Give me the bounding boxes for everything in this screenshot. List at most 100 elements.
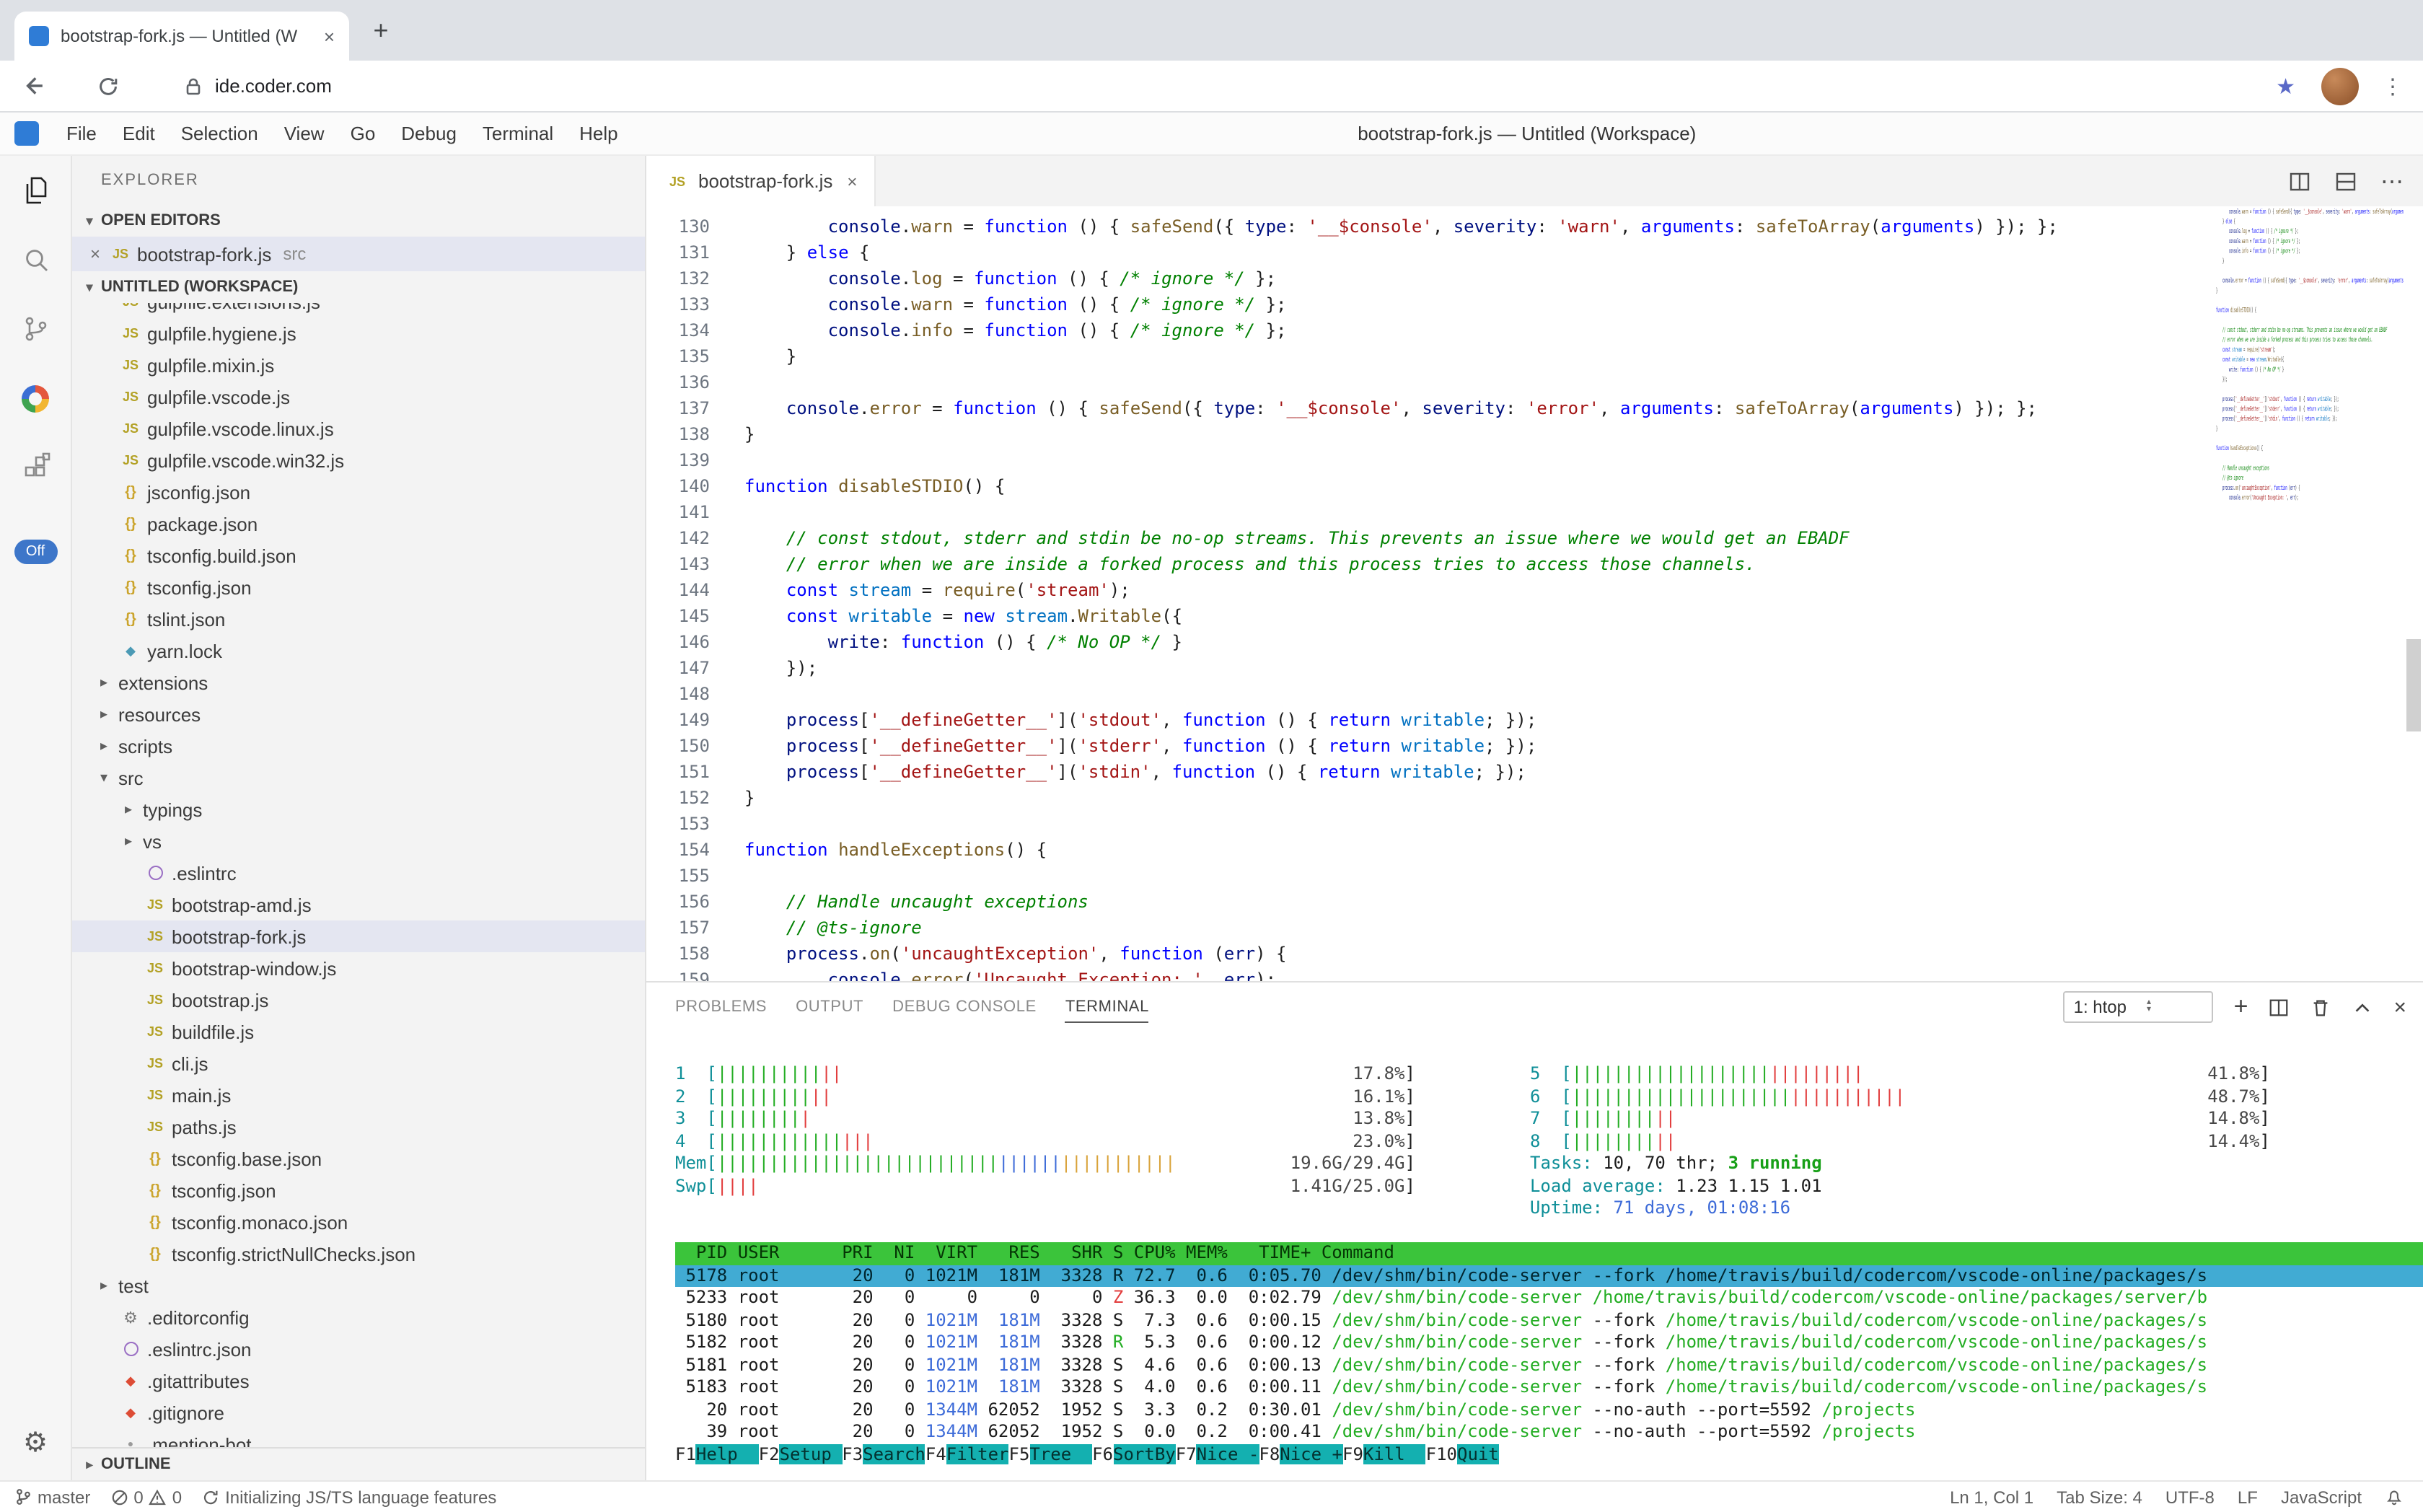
tree-item-paths.js[interactable]: JSpaths.js xyxy=(72,1111,645,1143)
activity-extensions-button[interactable] xyxy=(0,433,71,502)
tree-item-buildfile.js[interactable]: JSbuildfile.js xyxy=(72,1016,645,1047)
menu-selection[interactable]: Selection xyxy=(168,123,271,144)
tree-item-tsconfig.build.json[interactable]: {}tsconfig.build.json xyxy=(72,540,645,571)
more-actions-button[interactable]: ⋯ xyxy=(2380,167,2404,195)
cursor-position[interactable]: Ln 1, Col 1 xyxy=(1950,1487,2033,1507)
tree-item-.mention-bot[interactable]: ●.mention-bot xyxy=(72,1428,645,1449)
panel-tab-output[interactable]: OUTPUT xyxy=(796,993,863,1021)
tree-item-bootstrap-window.js[interactable]: JSbootstrap-window.js xyxy=(72,952,645,984)
panel-tab-terminal[interactable]: TERMINAL xyxy=(1065,992,1149,1022)
new-tab-button[interactable]: + xyxy=(364,13,398,48)
minimap[interactable]: console.warn = function () { safeSend({ … xyxy=(2216,206,2404,981)
tree-item-main.js[interactable]: JSmain.js xyxy=(72,1079,645,1111)
tree-item-gulpfile.hygiene.js[interactable]: JSgulpfile.hygiene.js xyxy=(72,317,645,349)
editor-tab[interactable]: JS bootstrap-fork.js × xyxy=(646,156,876,206)
tab-size[interactable]: Tab Size: 4 xyxy=(2057,1487,2142,1507)
tree-item-resources[interactable]: ▸resources xyxy=(72,698,645,730)
eol[interactable]: LF xyxy=(2238,1487,2258,1507)
outline-header[interactable]: ▸ OUTLINE xyxy=(72,1447,645,1480)
tree-item-vs[interactable]: ▸vs xyxy=(72,825,645,857)
editor-scrollbar[interactable] xyxy=(2406,639,2421,731)
status-message[interactable]: Initializing JS/TS language features xyxy=(202,1487,496,1507)
tree-item-tsconfig.monaco.json[interactable]: {}tsconfig.monaco.json xyxy=(72,1206,645,1238)
tree-item-bootstrap.js[interactable]: JSbootstrap.js xyxy=(72,984,645,1016)
js-file-icon: JS xyxy=(141,993,169,1007)
avatar[interactable] xyxy=(2321,67,2359,105)
js-file-icon: JS xyxy=(117,326,144,340)
site-lock-icon[interactable] xyxy=(183,76,203,96)
tree-item-scripts[interactable]: ▸scripts xyxy=(72,730,645,762)
problems-status[interactable]: 0 0 xyxy=(110,1487,182,1507)
bookmark-star-button[interactable]: ★ xyxy=(2276,73,2295,99)
terminal-dropdown[interactable]: 1: htop ▴▾ xyxy=(2064,991,2214,1023)
tree-item-gulpfile.vscode.win32.js[interactable]: JSgulpfile.vscode.win32.js xyxy=(72,444,645,476)
tree-item-bootstrap-fork.js[interactable]: JSbootstrap-fork.js xyxy=(72,920,645,952)
menu-file[interactable]: File xyxy=(53,123,110,144)
tree-item-gulpfile.extensions.js[interactable]: JSgulpfile.extensions.js xyxy=(72,303,645,317)
toggle-layout-button[interactable] xyxy=(2334,170,2357,193)
tree-item-gulpfile.vscode.js[interactable]: JSgulpfile.vscode.js xyxy=(72,381,645,413)
close-icon[interactable]: × xyxy=(84,244,107,264)
activity-search-button[interactable] xyxy=(0,225,71,294)
activity-source-control-button[interactable] xyxy=(0,294,71,364)
back-button[interactable] xyxy=(20,74,45,98)
tree-item-cli.js[interactable]: JScli.js xyxy=(72,1047,645,1079)
code-editor[interactable]: 1301311321331341351361371381391401411421… xyxy=(646,206,2423,981)
terminal[interactable]: 1 [|||||||||||| 17.8%] 5 [||||||||||||||… xyxy=(646,1032,2423,1480)
settings-gear-button[interactable]: ⚙ xyxy=(0,1414,71,1472)
maximize-panel-button[interactable] xyxy=(2352,996,2373,1018)
tree-item-src[interactable]: ▾src xyxy=(72,762,645,794)
tree-item-package.json[interactable]: {}package.json xyxy=(72,508,645,540)
close-panel-button[interactable]: × xyxy=(2393,995,2406,1019)
tree-item-.editorconfig[interactable]: ⚙.editorconfig xyxy=(72,1301,645,1333)
kill-terminal-button[interactable] xyxy=(2310,996,2331,1018)
tree-item-yarn.lock[interactable]: ◆yarn.lock xyxy=(72,635,645,667)
telemetry-off-badge[interactable]: Off xyxy=(14,540,57,564)
split-terminal-button[interactable] xyxy=(2268,996,2290,1018)
branch-icon xyxy=(14,1487,32,1506)
workspace-header[interactable]: ▾ UNTITLED (WORKSPACE) xyxy=(72,271,645,303)
tree-item-jsconfig.json[interactable]: {}jsconfig.json xyxy=(72,476,645,508)
chevron-right-icon: ▸ xyxy=(92,1278,115,1293)
tree-item-tsconfig.strictNullChecks.json[interactable]: {}tsconfig.strictNullChecks.json xyxy=(72,1238,645,1270)
tab-close-icon[interactable]: × xyxy=(324,25,335,47)
url-text[interactable]: ide.coder.com xyxy=(215,75,332,97)
new-terminal-button[interactable]: + xyxy=(2234,993,2248,1021)
menu-go[interactable]: Go xyxy=(338,123,389,144)
menu-view[interactable]: View xyxy=(271,123,338,144)
panel-tab-debug-console[interactable]: DEBUG CONSOLE xyxy=(892,993,1037,1021)
encoding[interactable]: UTF-8 xyxy=(2165,1487,2215,1507)
tab-close-icon[interactable]: × xyxy=(847,171,857,191)
tree-item-test[interactable]: ▸test xyxy=(72,1270,645,1301)
refresh-button[interactable] xyxy=(97,74,120,97)
activity-plugin-button[interactable] xyxy=(0,364,71,433)
open-editors-header[interactable]: ▾ OPEN EDITORS xyxy=(72,205,645,237)
notifications-bell[interactable] xyxy=(2385,1487,2404,1506)
menu-terminal[interactable]: Terminal xyxy=(470,123,566,144)
menu-debug[interactable]: Debug xyxy=(388,123,470,144)
tree-item-extensions[interactable]: ▸extensions xyxy=(72,667,645,698)
tree-item-bootstrap-amd.js[interactable]: JSbootstrap-amd.js xyxy=(72,889,645,920)
tree-item-typings[interactable]: ▸typings xyxy=(72,794,645,825)
open-editor-item[interactable]: × JS bootstrap-fork.js src xyxy=(72,237,645,271)
scm-branch-status[interactable]: master xyxy=(14,1487,90,1507)
tree-item-gulpfile.vscode.linux.js[interactable]: JSgulpfile.vscode.linux.js xyxy=(72,413,645,444)
tree-item-.gitattributes[interactable]: ◆.gitattributes xyxy=(72,1365,645,1397)
panel-tab-problems[interactable]: PROBLEMS xyxy=(675,993,767,1021)
json-file-icon: {} xyxy=(141,1182,169,1198)
browser-menu-button[interactable]: ⋮ xyxy=(2382,73,2404,99)
tree-item-tsconfig.json[interactable]: {}tsconfig.json xyxy=(72,1174,645,1206)
split-editor-button[interactable] xyxy=(2288,170,2311,193)
browser-tab[interactable]: bootstrap-fork.js — Untitled (W × xyxy=(14,12,349,61)
tree-item-gulpfile.mixin.js[interactable]: JSgulpfile.mixin.js xyxy=(72,349,645,381)
tree-item-.eslintrc[interactable]: .eslintrc xyxy=(72,857,645,889)
tree-item-tsconfig.base.json[interactable]: {}tsconfig.base.json xyxy=(72,1143,645,1174)
activity-explorer-button[interactable] xyxy=(0,156,71,225)
language-mode[interactable]: JavaScript xyxy=(2281,1487,2362,1507)
tree-item-tslint.json[interactable]: {}tslint.json xyxy=(72,603,645,635)
menu-help[interactable]: Help xyxy=(566,123,631,144)
menu-edit[interactable]: Edit xyxy=(110,123,168,144)
tree-item-.eslintrc.json[interactable]: .eslintrc.json xyxy=(72,1333,645,1365)
tree-item-.gitignore[interactable]: ◆.gitignore xyxy=(72,1397,645,1428)
tree-item-tsconfig.json[interactable]: {}tsconfig.json xyxy=(72,571,645,603)
